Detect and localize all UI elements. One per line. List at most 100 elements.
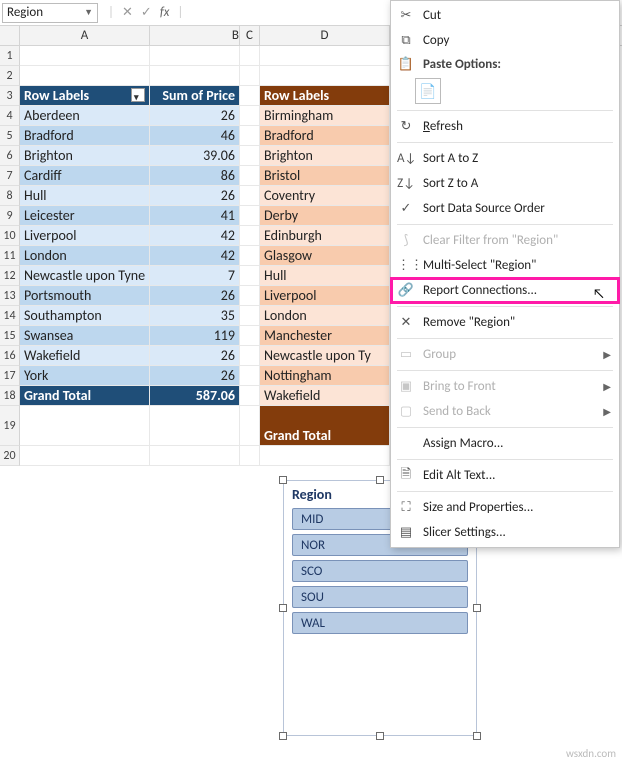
pivot1-cell[interactable]: 26 [150, 286, 240, 306]
menu-report-connections[interactable]: 🔗Report Connections...↖ [391, 278, 619, 303]
row-header[interactable]: 2 [0, 66, 20, 86]
pivot1-cell[interactable]: 41 [150, 206, 240, 226]
pivot2-cell[interactable]: Edinburgh [260, 226, 390, 246]
pivot1-cell[interactable]: 86 [150, 166, 240, 186]
row-header[interactable]: 7 [0, 166, 20, 186]
pivot1-cell[interactable]: Cardiff [20, 166, 150, 186]
row-header[interactable]: 8 [0, 186, 20, 206]
pivot2-cell[interactable]: London [260, 306, 390, 326]
row-header[interactable]: 18 [0, 386, 20, 406]
pivot2-cell[interactable]: Glasgow [260, 246, 390, 266]
pivot2-cell[interactable]: Birmingham [260, 106, 390, 126]
pivot2-total-label: Grand Total [260, 406, 390, 446]
cancel-icon: ✕ [122, 5, 133, 20]
menu-sort-za[interactable]: Z↓Sort Z to A [391, 171, 619, 196]
row-header[interactable]: 16 [0, 346, 20, 366]
menu-multi-select[interactable]: ⋮⋮Multi-Select "Region" [391, 253, 619, 278]
pivot1-cell[interactable]: Wakefield [20, 346, 150, 366]
slicer-item[interactable]: WAL [292, 612, 468, 634]
pivot1-cell[interactable]: Swansea [20, 326, 150, 346]
menu-remove[interactable]: ✕Remove "Region" [391, 310, 619, 335]
row-header[interactable]: 10 [0, 226, 20, 246]
row-header[interactable]: 15 [0, 326, 20, 346]
menu-alt-text[interactable]: 🗎Edit Alt Text... [391, 463, 619, 488]
menu-sort-ds[interactable]: ✓Sort Data Source Order [391, 196, 619, 221]
col-header[interactable]: D [260, 26, 390, 45]
row-header[interactable]: 19 [0, 406, 20, 446]
pivot1-cell[interactable]: London [20, 246, 150, 266]
pivot1-cell[interactable]: 42 [150, 246, 240, 266]
menu-cut[interactable]: ✂Cut [391, 3, 619, 28]
pivot1-cell[interactable]: 26 [150, 186, 240, 206]
pivot1-cell[interactable]: York [20, 366, 150, 386]
pivot2-cell[interactable]: Newcastle upon Ty [260, 346, 390, 366]
pivot2-rowlabels-header[interactable]: Row Labels [260, 86, 390, 106]
pivot2-cell[interactable]: Bradford [260, 126, 390, 146]
row-header[interactable]: 20 [0, 446, 20, 466]
col-header[interactable]: C [240, 26, 260, 45]
menu-slicer-settings[interactable]: ▤Slicer Settings... [391, 520, 619, 545]
pivot1-cell[interactable]: Southampton [20, 306, 150, 326]
pivot1-cell[interactable]: Hull [20, 186, 150, 206]
settings-icon: ▤ [397, 525, 415, 540]
pivot1-cell[interactable]: Leicester [20, 206, 150, 226]
name-box[interactable]: Region ▼ [2, 3, 98, 23]
pivot1-cell[interactable]: 26 [150, 106, 240, 126]
cursor-icon: ↖ [593, 285, 605, 302]
row-header[interactable]: 6 [0, 146, 20, 166]
menu-size-properties[interactable]: ⛶Size and Properties... [391, 495, 619, 520]
send-back-icon: ▢ [397, 404, 415, 419]
row-header[interactable]: 12 [0, 266, 20, 286]
pivot2-cell[interactable]: Manchester [260, 326, 390, 346]
pivot1-cell[interactable]: 7 [150, 266, 240, 286]
menu-sort-az[interactable]: A↓Sort A to Z [391, 146, 619, 171]
chevron-down-icon[interactable]: ▼ [84, 7, 93, 18]
filter-icon[interactable] [131, 88, 145, 102]
pivot2-cell[interactable]: Hull [260, 266, 390, 286]
pivot2-cell[interactable]: Derby [260, 206, 390, 226]
slicer-item[interactable]: SOU [292, 586, 468, 608]
pivot1-cell[interactable]: 26 [150, 366, 240, 386]
pivot1-total-label: Grand Total [20, 386, 150, 406]
pivot1-cell[interactable]: Portsmouth [20, 286, 150, 306]
pivot2-cell[interactable]: Bristol [260, 166, 390, 186]
row-header[interactable]: 14 [0, 306, 20, 326]
pivot1-cell[interactable]: Aberdeen [20, 106, 150, 126]
remove-icon: ✕ [397, 315, 415, 330]
pivot1-cell[interactable]: 42 [150, 226, 240, 246]
size-icon: ⛶ [397, 500, 415, 515]
pivot1-cell[interactable]: Bradford [20, 126, 150, 146]
menu-refresh[interactable]: ↻Refresh [391, 114, 619, 139]
refresh-icon: ↻ [397, 119, 415, 134]
pivot1-cell[interactable]: 39.06 [150, 146, 240, 166]
menu-paste-option[interactable]: 📄 [391, 75, 619, 107]
slicer-item[interactable]: SCO [292, 560, 468, 582]
row-header[interactable]: 11 [0, 246, 20, 266]
menu-copy[interactable]: ⧉Copy [391, 28, 619, 53]
pivot1-cell[interactable]: 46 [150, 126, 240, 146]
row-header[interactable]: 1 [0, 46, 20, 66]
pivot1-cell[interactable]: Brighton [20, 146, 150, 166]
row-header[interactable]: 13 [0, 286, 20, 306]
pivot1-cell[interactable]: 119 [150, 326, 240, 346]
col-header[interactable]: A [20, 26, 150, 45]
row-header[interactable]: 17 [0, 366, 20, 386]
row-header[interactable]: 4 [0, 106, 20, 126]
pivot1-rowlabels-header[interactable]: Row Labels [20, 86, 150, 106]
pivot2-cell[interactable]: Coventry [260, 186, 390, 206]
context-menu: ✂Cut ⧉Copy 📋Paste Options: 📄 ↻Refresh A↓… [390, 0, 620, 548]
row-header[interactable]: 9 [0, 206, 20, 226]
col-header[interactable]: B [150, 26, 240, 45]
row-header[interactable]: 5 [0, 126, 20, 146]
pivot2-cell[interactable]: Wakefield [260, 386, 390, 406]
pivot1-cell[interactable]: Liverpool [20, 226, 150, 246]
menu-assign-macro[interactable]: Assign Macro... [391, 431, 619, 456]
row-header[interactable]: 3 [0, 86, 20, 106]
pivot2-cell[interactable]: Nottingham [260, 366, 390, 386]
pivot1-cell[interactable]: Newcastle upon Tyne [20, 266, 150, 286]
pivot1-cell[interactable]: 35 [150, 306, 240, 326]
pivot2-cell[interactable]: Liverpool [260, 286, 390, 306]
filter-clear-icon: ⟆ [397, 233, 415, 248]
pivot2-cell[interactable]: Brighton [260, 146, 390, 166]
pivot1-cell[interactable]: 26 [150, 346, 240, 366]
